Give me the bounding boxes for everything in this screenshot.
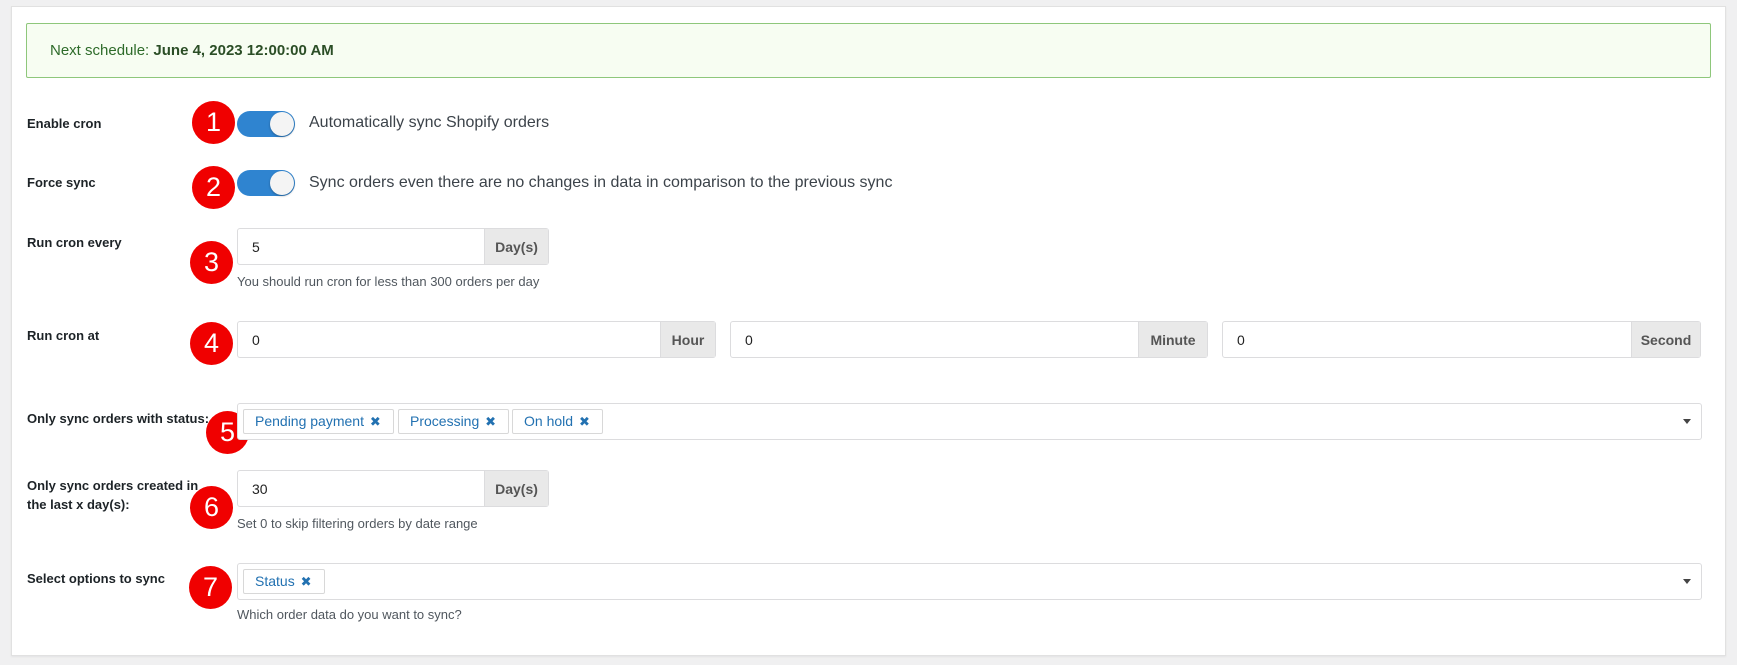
sync-options-label: Select options to sync bbox=[27, 571, 165, 586]
created-days-unit: Day(s) bbox=[484, 471, 548, 506]
minute-unit: Minute bbox=[1138, 322, 1207, 357]
sync-options-help: Which order data do you want to sync? bbox=[237, 607, 462, 622]
toggle-knob bbox=[270, 171, 294, 195]
run-every-group: Day(s) bbox=[237, 228, 549, 265]
remove-tag-icon[interactable]: ✖ bbox=[370, 414, 381, 429]
notice-schedule-value: June 4, 2023 12:00:00 AM bbox=[153, 42, 334, 59]
status-tag-processing[interactable]: Processing ✖ bbox=[398, 409, 510, 434]
toggle-knob bbox=[270, 112, 294, 136]
run-cron-every-label: Run cron every bbox=[27, 235, 122, 250]
step-badge-2: 2 bbox=[192, 166, 235, 209]
run-every-unit: Day(s) bbox=[484, 229, 548, 264]
created-filter-help: Set 0 to skip filtering orders by date r… bbox=[237, 516, 478, 531]
chevron-down-icon[interactable] bbox=[1683, 579, 1691, 584]
status-tag-pending-payment[interactable]: Pending payment ✖ bbox=[243, 409, 394, 434]
force-sync-description: Sync orders even there are no changes in… bbox=[309, 174, 893, 191]
tag-label: Status bbox=[255, 573, 295, 589]
tag-label: Pending payment bbox=[255, 413, 364, 429]
sync-tag-status[interactable]: Status ✖ bbox=[243, 569, 325, 594]
status-tag-on-hold[interactable]: On hold ✖ bbox=[512, 409, 603, 434]
step-badge-3: 3 bbox=[190, 241, 233, 284]
minute-group: Minute bbox=[730, 321, 1208, 358]
remove-tag-icon[interactable]: ✖ bbox=[579, 414, 590, 429]
enable-cron-label: Enable cron bbox=[27, 116, 102, 131]
step-badge-7: 7 bbox=[189, 566, 232, 609]
run-every-help: You should run cron for less than 300 or… bbox=[237, 274, 540, 289]
sync-options-multiselect[interactable]: Status ✖ bbox=[237, 563, 1702, 600]
run-every-input[interactable] bbox=[238, 229, 484, 264]
hour-input[interactable] bbox=[238, 322, 660, 357]
notice-prefix: Next schedule: bbox=[50, 42, 150, 59]
force-sync-toggle[interactable] bbox=[237, 170, 295, 196]
second-group: Second bbox=[1222, 321, 1701, 358]
hour-group: Hour bbox=[237, 321, 716, 358]
second-input[interactable] bbox=[1223, 322, 1631, 357]
created-days-group: Day(s) bbox=[237, 470, 549, 507]
run-cron-at-label: Run cron at bbox=[27, 328, 100, 343]
step-badge-6: 6 bbox=[190, 486, 233, 529]
force-sync-label: Force sync bbox=[27, 175, 96, 190]
status-filter-label: Only sync orders with status: bbox=[27, 411, 210, 426]
tag-label: Processing bbox=[410, 413, 480, 429]
chevron-down-icon[interactable] bbox=[1683, 419, 1691, 424]
second-unit: Second bbox=[1631, 322, 1700, 357]
minute-input[interactable] bbox=[731, 322, 1138, 357]
remove-tag-icon[interactable]: ✖ bbox=[485, 414, 496, 429]
step-badge-4: 4 bbox=[190, 322, 233, 365]
hour-unit: Hour bbox=[660, 322, 715, 357]
created-filter-label-line2: the last x day(s): bbox=[27, 497, 130, 512]
enable-cron-description: Automatically sync Shopify orders bbox=[309, 114, 550, 131]
step-badge-1: 1 bbox=[192, 101, 235, 144]
next-schedule-notice: Next schedule: June 4, 2023 12:00:00 AM bbox=[26, 23, 1711, 78]
enable-cron-toggle[interactable] bbox=[237, 111, 295, 137]
status-multiselect[interactable]: Pending payment ✖ Processing ✖ On hold ✖ bbox=[237, 403, 1702, 440]
remove-tag-icon[interactable]: ✖ bbox=[301, 574, 312, 589]
tag-label: On hold bbox=[524, 413, 574, 429]
created-filter-label-line1: Only sync orders created in bbox=[27, 478, 199, 493]
created-days-input[interactable] bbox=[238, 471, 484, 506]
